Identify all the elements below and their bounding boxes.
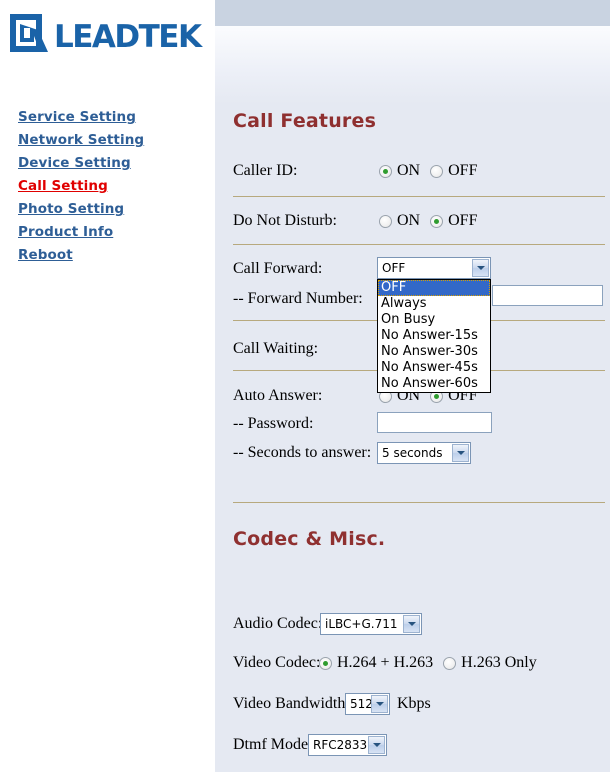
label-password: -- Password: [233,415,314,432]
label-dtmf-mode: Dtmf Mode: [233,736,313,753]
sidebar-item-product-info[interactable]: Product Info [0,221,215,244]
chevron-down-icon[interactable] [452,444,469,462]
dropdown-option[interactable]: No Answer-15s [378,328,490,344]
sidebar-item-call-setting[interactable]: Call Setting [0,175,215,198]
main-panel: Call Features Caller ID: ON OFF Do Not D… [215,0,610,772]
sidebar-item-reboot[interactable]: Reboot [0,244,215,267]
select-call-forward-value: OFF [382,261,406,275]
sidebar: LEADTEK LEADTEK Service Setting Network … [0,0,215,772]
input-forward-number[interactable] [492,285,603,306]
divider-1 [233,196,605,197]
radio-label-video-codec-h264-h263: H.264 + H.263 [337,654,434,671]
divider-2 [233,244,605,245]
select-dtmf-mode[interactable]: RFC2833 [308,734,387,756]
divider-5 [233,502,605,503]
dropdown-option[interactable]: Always [378,296,490,312]
call-setting-content: Call Features Caller ID: ON OFF Do Not D… [215,0,610,772]
radio-do-not-disturb-off[interactable] [430,214,444,228]
dropdown-option[interactable]: On Busy [378,312,490,328]
select-audio-codec-value: iLBC+G.711 [325,617,398,631]
sidebar-item-service-setting[interactable]: Service Setting [0,106,215,129]
sidebar-item-photo-setting[interactable]: Photo Setting [0,198,215,221]
radio-group-caller-id: ON OFF [379,163,487,179]
chevron-down-icon[interactable] [472,259,489,277]
radio-group-do-not-disturb: ON OFF [379,213,487,229]
sidebar-nav-list: Service Setting Network Setting Device S… [0,106,215,267]
chevron-down-icon[interactable] [403,615,420,633]
label-video-bandwidth: Video Bandwidth: [233,695,350,712]
radio-label-caller-id-off: OFF [448,162,478,179]
chevron-down-icon[interactable] [368,736,385,754]
label-forward-number: -- Forward Number: [233,290,363,307]
label-do-not-disturb: Do Not Disturb: [233,212,337,229]
radio-caller-id-off[interactable] [430,164,444,178]
radio-label-caller-id-on: ON [397,162,421,179]
label-auto-answer: Auto Answer: [233,387,323,404]
radio-label-do-not-disturb-off: OFF [448,212,478,229]
section-title-codec-misc: Codec & Misc. [233,528,386,550]
select-seconds-to-answer-value: 5 seconds [382,446,443,460]
radio-video-codec-h264-h263[interactable] [319,656,332,670]
select-dtmf-mode-value: RFC2833 [313,738,368,752]
radio-caller-id-on[interactable] [379,164,392,178]
dropdown-option[interactable]: No Answer-60s [378,376,490,392]
dropdown-option[interactable]: No Answer-30s [378,344,490,360]
label-caller-id: Caller ID: [233,162,298,179]
radio-label-do-not-disturb-on: ON [397,212,421,229]
radio-group-video-codec: H.264 + H.263 H.263 Only [319,655,547,671]
radio-label-video-codec-h263-only: H.263 Only [461,654,537,671]
label-call-waiting: Call Waiting: [233,340,319,357]
label-seconds-to-answer: -- Seconds to answer: [233,444,372,461]
chevron-down-icon[interactable] [371,695,388,713]
sidebar-item-device-setting[interactable]: Device Setting [0,152,215,175]
label-call-forward: Call Forward: [233,260,323,277]
select-call-forward[interactable]: OFF [377,257,491,279]
dropdown-option[interactable]: No Answer-45s [378,360,490,376]
select-seconds-to-answer[interactable]: 5 seconds [377,442,471,464]
dropdown-option[interactable]: OFF [378,280,490,296]
label-video-bandwidth-unit: Kbps [397,695,431,712]
select-audio-codec[interactable]: iLBC+G.711 [320,613,422,635]
select-video-bandwidth[interactable]: 512 [345,693,390,715]
input-password[interactable] [377,412,492,433]
radio-video-codec-h263-only[interactable] [443,656,457,670]
dropdown-call-forward-options[interactable]: OFF Always On Busy No Answer-15s No Answer-3… [377,279,491,393]
radio-do-not-disturb-on[interactable] [379,214,392,228]
label-audio-codec: Audio Codec: [233,615,323,632]
sidebar-item-network-setting[interactable]: Network Setting [0,129,215,152]
label-video-codec: Video Codec: [233,654,321,671]
select-video-bandwidth-value: 512 [350,697,371,711]
section-title-call-features: Call Features [233,110,377,132]
leadtek-logo: LEADTEK LEADTEK [8,12,213,54]
svg-text:LEADTEK: LEADTEK [54,19,203,54]
